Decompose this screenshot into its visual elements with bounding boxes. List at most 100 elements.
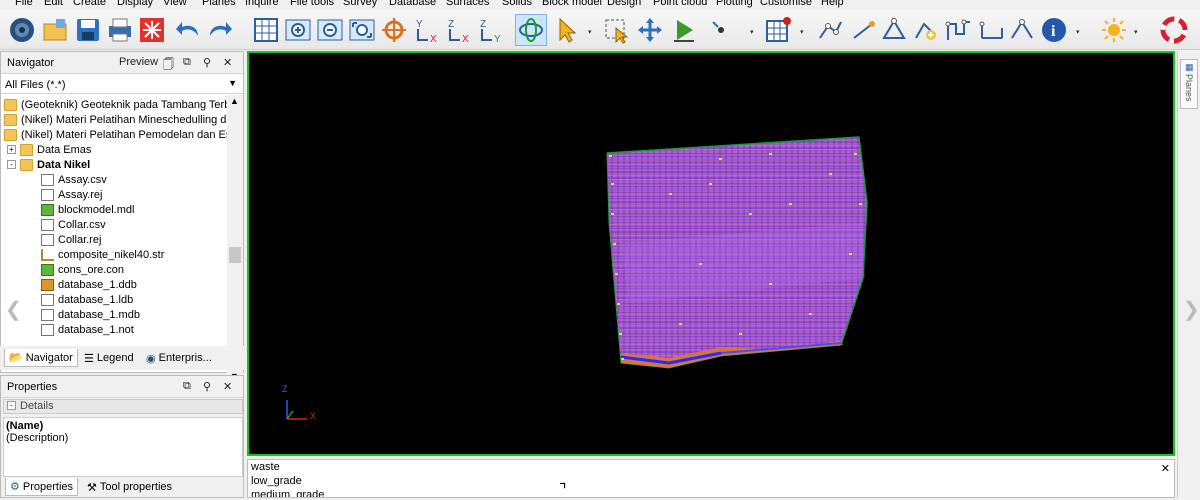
scroll-up-icon[interactable]: ▲ [230, 96, 239, 106]
play-icon[interactable] [668, 14, 700, 46]
collapse-icon[interactable]: - [7, 160, 16, 169]
menu-database[interactable]: Database [389, 0, 436, 8]
tree-item[interactable]: Collar.csv [41, 217, 106, 232]
tree-item[interactable]: Assay.csv [41, 172, 107, 187]
line-tool-icon[interactable] [848, 14, 880, 46]
tree-item[interactable]: database_1.ddb [41, 277, 137, 292]
shape-tool-icon[interactable] [1006, 14, 1038, 46]
tree-item[interactable]: (Nikel) Materi Pelatihan Pemodelan dan E… [4, 127, 227, 142]
float-icon[interactable]: ⧉ [183, 380, 191, 393]
menu-display[interactable]: Display [117, 0, 153, 8]
add-point-icon[interactable] [910, 14, 942, 46]
tab-navigator[interactable]: 📂 Navigator [4, 349, 78, 367]
tree-item[interactable]: database_1.mdb [41, 307, 140, 322]
info-icon[interactable]: i [1038, 14, 1070, 46]
menu-create[interactable]: Create [73, 0, 106, 8]
open-folder-icon[interactable] [40, 14, 72, 46]
point-arrow-icon[interactable] [705, 14, 737, 46]
tree-item[interactable]: database_1.not [41, 322, 134, 337]
redo-icon[interactable] [204, 14, 236, 46]
target-icon[interactable] [378, 14, 410, 46]
expand-icon[interactable]: + [7, 145, 16, 154]
undo-icon[interactable] [172, 14, 204, 46]
digitize-icon[interactable] [814, 14, 846, 46]
save-icon[interactable] [72, 14, 104, 46]
3d-viewport[interactable]: Z X [247, 51, 1175, 456]
chevron-down-icon[interactable]: ▾ [1076, 28, 1084, 36]
move-icon[interactable] [634, 14, 666, 46]
grid-toggle-icon[interactable] [762, 14, 794, 46]
collapse-right-icon[interactable]: ❯ [1183, 297, 1200, 322]
tree-item[interactable]: Collar.rej [41, 232, 101, 247]
close-icon[interactable]: ✕ [223, 56, 232, 69]
menu-customise[interactable]: Customise [760, 0, 812, 8]
menu-plotting[interactable]: Plotting [716, 0, 753, 8]
segment-tool-icon[interactable] [976, 14, 1008, 46]
chevron-down-icon[interactable]: ▾ [1134, 28, 1142, 36]
pin-icon[interactable]: ⚲ [203, 56, 211, 69]
tree-item[interactable]: - Data Nikel [7, 157, 90, 172]
tab-legend[interactable]: ☰ Legend [80, 349, 138, 367]
tree-item[interactable]: + Data Emas [7, 142, 91, 157]
pin-icon[interactable]: ⚲ [203, 380, 211, 393]
file-filter-select[interactable]: All Files (*.*) ▼ [1, 76, 243, 94]
menu-survey[interactable]: Survey [343, 0, 377, 8]
globe-icon[interactable] [6, 14, 38, 46]
tree-item[interactable]: composite_nikel40.str [41, 247, 164, 262]
menu-point-cloud[interactable]: Point cloud [653, 0, 707, 8]
tree-scrollbar[interactable]: ▲ ▼ [227, 95, 243, 382]
grade-list[interactable]: waste low_grade medium_grade ✕ [247, 459, 1175, 498]
scroll-thumb[interactable] [229, 247, 241, 263]
print-icon[interactable] [104, 14, 136, 46]
collapse-icon[interactable]: - [7, 401, 16, 410]
menu-block-model[interactable]: Block model [542, 0, 602, 8]
menu-edit[interactable]: Edit [44, 0, 63, 8]
chevron-down-icon[interactable]: ▾ [750, 28, 758, 36]
zoom-out-icon[interactable] [314, 14, 346, 46]
zoom-fit-icon[interactable] [346, 14, 378, 46]
menu-help[interactable]: Help [821, 0, 844, 8]
tab-tool-properties[interactable]: ⚒ Tool properties [83, 478, 176, 496]
menu-file[interactable]: File [15, 0, 33, 8]
select-arrow-icon[interactable] [550, 14, 582, 46]
float-icon[interactable]: ⧉ [183, 56, 191, 69]
tree-item[interactable]: (Nikel) Materi Pelatihan Mineschedulling… [4, 112, 227, 127]
menu-planes[interactable]: Planes [202, 0, 236, 8]
tab-properties[interactable]: ⚙ Properties [5, 478, 79, 496]
chevron-down-icon[interactable]: ▾ [800, 28, 808, 36]
planes-tab[interactable]: ▦ Planes [1180, 59, 1198, 109]
preview-label[interactable]: Preview [119, 56, 158, 68]
grade-list-item[interactable]: medium_grade [248, 488, 1174, 497]
zy-axis-icon[interactable]: ZY [474, 14, 506, 46]
chevron-down-icon[interactable]: ▾ [588, 28, 596, 36]
yx-axis-icon[interactable]: YX [410, 14, 442, 46]
menu-design[interactable]: Design [607, 0, 641, 8]
menu-view[interactable]: View [163, 0, 187, 8]
polyline-tool-icon[interactable] [942, 14, 974, 46]
tree-item[interactable]: blockmodel.mdl [41, 202, 134, 217]
orbit-icon[interactable] [515, 14, 547, 46]
close-icon[interactable]: ✕ [223, 380, 232, 393]
tree-item[interactable]: cons_ore.con [41, 262, 124, 277]
grid-icon[interactable] [250, 14, 282, 46]
select-box-icon[interactable] [600, 14, 632, 46]
menu-file-tools[interactable]: File tools [290, 0, 334, 8]
menu-inquire[interactable]: Inquire [245, 0, 279, 8]
details-section-header[interactable]: - Details [3, 399, 243, 414]
close-red-icon[interactable] [136, 14, 168, 46]
tab-enterprise[interactable]: ◉ Enterpris... [142, 349, 216, 367]
zx-axis-icon[interactable]: ZX [442, 14, 474, 46]
tree-item[interactable]: (Geoteknik) Geoteknik pada Tambang Terbu… [4, 97, 227, 112]
tree-item[interactable]: database_1.ldb [41, 292, 133, 307]
menu-solids[interactable]: Solids [502, 0, 532, 8]
sun-icon[interactable] [1098, 14, 1130, 46]
grade-list-item[interactable]: low_grade [248, 474, 1174, 488]
lifebuoy-icon[interactable] [1158, 14, 1190, 46]
triangle-tool-icon[interactable] [878, 14, 910, 46]
grade-list-item[interactable]: waste [248, 460, 1174, 474]
tree-item[interactable]: Assay.rej [41, 187, 102, 202]
close-icon[interactable]: ✕ [1161, 462, 1170, 475]
menu-surfaces[interactable]: Surfaces [446, 0, 489, 8]
zoom-in-icon[interactable] [282, 14, 314, 46]
collapse-left-icon[interactable]: ❮ [5, 297, 22, 322]
